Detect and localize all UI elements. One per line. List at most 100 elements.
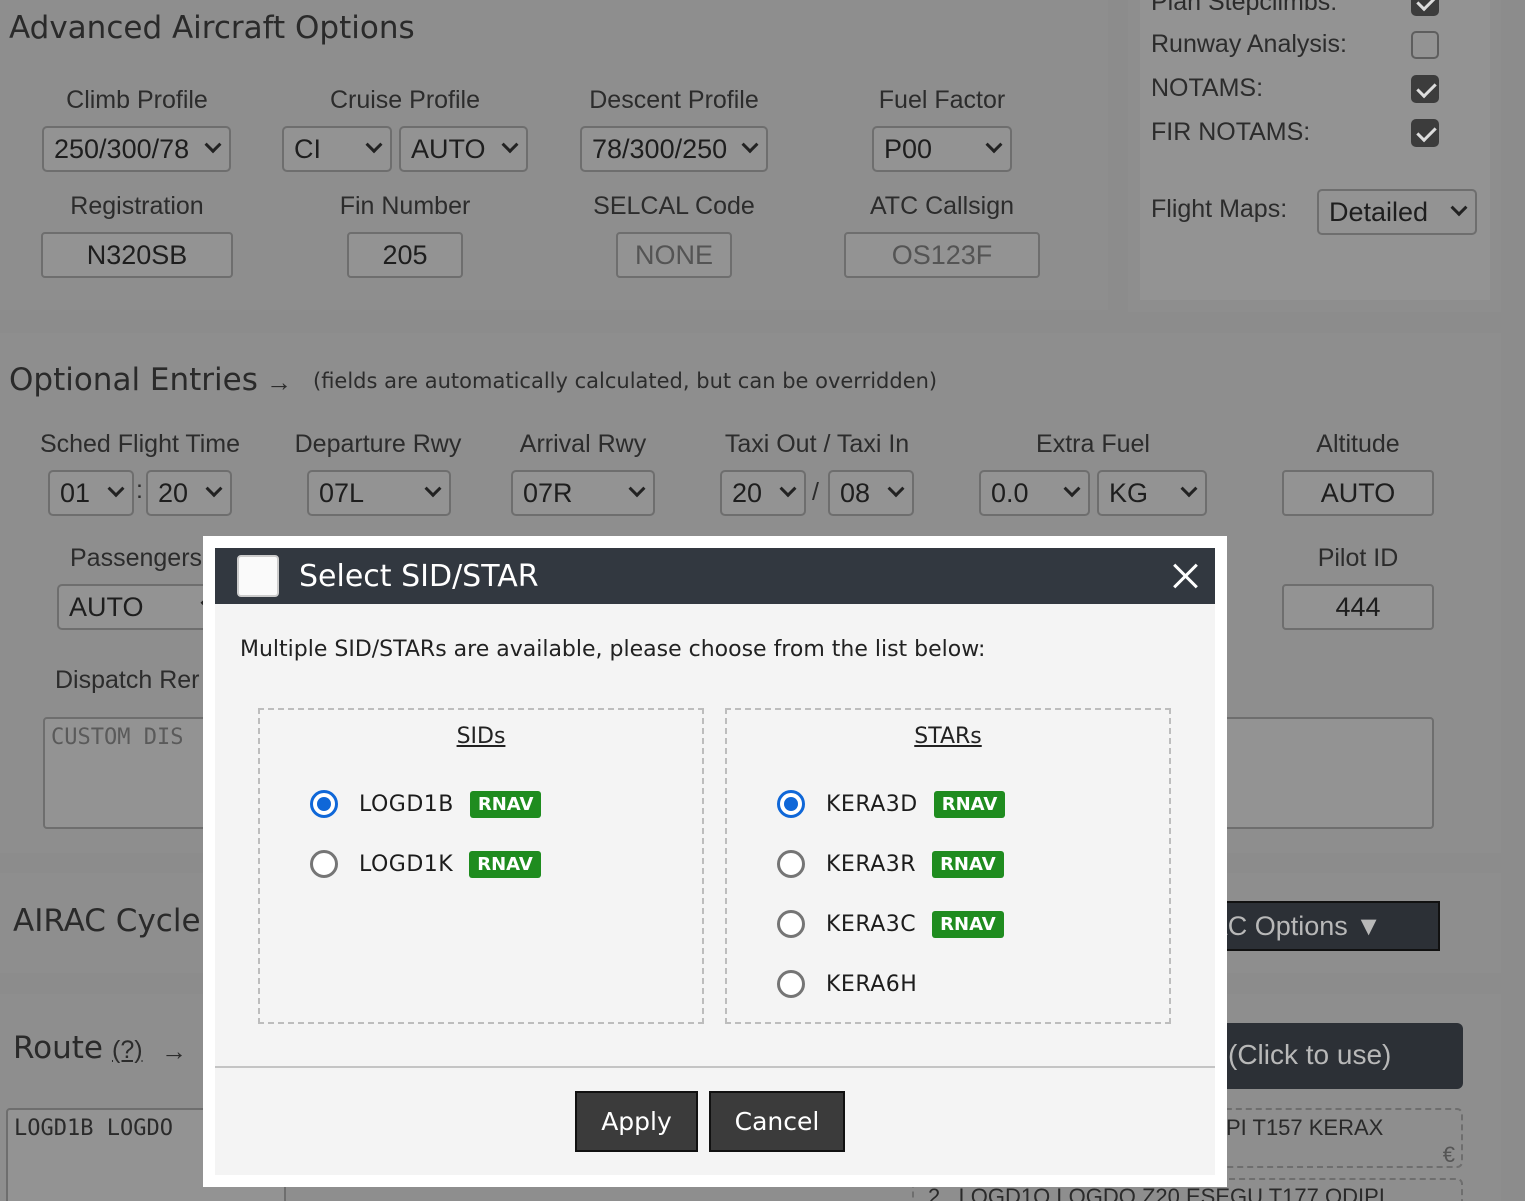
star-option-label: KERA6H [826, 971, 918, 997]
altitude-input[interactable]: AUTO [1282, 470, 1434, 516]
star-option-label: KERA3C [826, 911, 917, 937]
chevron-down-icon [779, 480, 797, 498]
rnav-badge: RNAV [933, 790, 1006, 818]
radio-selected-icon[interactable] [777, 790, 805, 818]
close-icon[interactable] [1165, 556, 1205, 596]
euro-icon: € [1442, 1142, 1455, 1167]
sids-group: SIDs LOGD1B RNAV LOGD1K RNAV [258, 708, 704, 1024]
notams-label: NOTAMS: [1151, 74, 1264, 102]
sid-option[interactable]: LOGD1K RNAV [310, 848, 541, 880]
arrival-rwy-select[interactable]: 07R [511, 470, 655, 516]
flight-maps-label: Flight Maps: [1151, 195, 1288, 223]
selcal-input[interactable]: NONE [616, 232, 732, 278]
dialog-title: Select SID/STAR [299, 559, 539, 594]
star-option[interactable]: KERA3D RNAV [777, 788, 1006, 820]
arrow-right-icon: → [266, 367, 292, 397]
arrival-rwy-label: Arrival Rwy [519, 430, 647, 458]
fuel-factor-select[interactable]: P00 [872, 126, 1012, 172]
descent-profile-value: 78/300/250 [592, 133, 728, 164]
flight-maps-select[interactable]: Detailed [1317, 189, 1477, 235]
climb-profile-select[interactable]: 250/300/78 [42, 126, 231, 172]
route-suggestion-text: PI T157 KERAX [1226, 1115, 1384, 1140]
radio-unselected-icon[interactable] [777, 910, 805, 938]
radio-unselected-icon[interactable] [777, 970, 805, 998]
rnav-badge: RNAV [932, 910, 1004, 938]
fir-notams-checkbox[interactable] [1411, 119, 1439, 147]
route-text: LOGD1B LOGDO [14, 1116, 173, 1141]
taxi-out-select[interactable]: 20 [720, 470, 806, 516]
route-title: Route [13, 1030, 103, 1066]
arrival-rwy-value: 07R [523, 477, 573, 508]
airac-title: AIRAC Cycle [13, 903, 201, 939]
rnav-badge: RNAV [469, 850, 541, 878]
sid-star-dialog: Select SID/STAR Multiple SID/STARs are a… [203, 536, 1227, 1187]
sched-minutes-select[interactable]: 20 [146, 470, 232, 516]
optional-entries-note: (fields are automatically calculated, bu… [313, 369, 938, 393]
rnav-badge: RNAV [932, 850, 1004, 878]
rnav-badge: RNAV [469, 790, 542, 818]
radio-unselected-icon[interactable] [310, 850, 338, 878]
sid-star-dialog-body: Select SID/STAR Multiple SID/STARs are a… [215, 548, 1215, 1175]
passengers-value: AUTO [69, 591, 144, 622]
dialog-header: Select SID/STAR [215, 548, 1215, 604]
extra-fuel-select[interactable]: 0.0 [979, 470, 1090, 516]
fuel-factor-label: Fuel Factor [878, 86, 1006, 114]
fuel-factor-value: P00 [884, 133, 933, 164]
chevron-down-icon [887, 480, 905, 498]
notams-checkbox[interactable] [1411, 75, 1439, 103]
arrow-right-icon: → [161, 1036, 187, 1066]
star-option-label: KERA3R [826, 851, 917, 877]
advanced-options-title: Advanced Aircraft Options [9, 10, 415, 46]
atc-callsign-label: ATC Callsign [869, 192, 1015, 220]
runway-analysis-checkbox[interactable] [1411, 31, 1439, 59]
plan-stepclimbs-checkbox[interactable] [1411, 0, 1439, 16]
radio-unselected-icon[interactable] [777, 850, 805, 878]
extra-fuel-unit-select[interactable]: KG [1097, 470, 1207, 516]
departure-rwy-select[interactable]: 07L [307, 470, 451, 516]
extra-fuel-value: 0.0 [991, 477, 1029, 508]
star-option[interactable]: KERA3R RNAV [777, 848, 1004, 880]
chevron-down-icon [1063, 480, 1081, 498]
dispatch-remarks-placeholder: CUSTOM DIS [51, 725, 184, 750]
descent-profile-label: Descent Profile [589, 86, 759, 114]
route-help-link[interactable]: (?) [112, 1036, 143, 1065]
climb-profile-value: 250/300/78 [54, 133, 190, 164]
cancel-button[interactable]: Cancel [709, 1091, 845, 1152]
registration-input[interactable]: N320SB [41, 232, 233, 278]
sid-option-label: LOGD1K [359, 851, 454, 877]
selcal-label: SELCAL Code [593, 192, 755, 220]
passengers-select[interactable]: AUTO [57, 584, 227, 630]
altitude-label: Altitude [1316, 430, 1400, 458]
fin-number-label: Fin Number [339, 192, 471, 220]
fin-number-input[interactable]: 205 [347, 232, 463, 278]
cruise-profile-select[interactable]: AUTO [399, 126, 528, 172]
registration-label: Registration [70, 192, 204, 220]
chevron-down-icon [204, 136, 222, 154]
departure-rwy-value: 07L [319, 477, 365, 508]
apply-button[interactable]: Apply [575, 1091, 698, 1152]
star-option[interactable]: KERA3C RNAV [777, 908, 1004, 940]
dialog-divider [215, 1066, 1215, 1068]
sched-minutes-value: 20 [158, 477, 189, 508]
chevron-down-icon [501, 136, 519, 154]
chevron-down-icon [424, 480, 442, 498]
radio-selected-icon[interactable] [310, 790, 338, 818]
cruise-mode-select[interactable]: CI [282, 126, 392, 172]
pilot-id-input[interactable]: 444 [1282, 584, 1434, 630]
click-to-use-label: (Click to use) [1228, 1039, 1392, 1070]
climb-profile-label: Climb Profile [66, 86, 208, 114]
star-option[interactable]: KERA6H [777, 968, 917, 1000]
sched-hours-select[interactable]: 01 [48, 470, 134, 516]
cruise-profile-label: Cruise Profile [329, 86, 481, 114]
taxi-in-select[interactable]: 08 [828, 470, 914, 516]
passengers-label: Passengers [70, 544, 203, 572]
dispatch-remarks-label: Dispatch Rer [55, 666, 200, 694]
sid-option[interactable]: LOGD1B RNAV [310, 788, 542, 820]
atc-callsign-input[interactable]: OS123F [844, 232, 1040, 278]
dialog-window-icon [237, 555, 279, 597]
taxi-out-value: 20 [732, 477, 763, 508]
pilot-id-label: Pilot ID [1317, 544, 1399, 572]
departure-rwy-label: Departure Rwy [294, 430, 462, 458]
extra-fuel-unit-value: KG [1109, 477, 1149, 508]
descent-profile-select[interactable]: 78/300/250 [580, 126, 768, 172]
